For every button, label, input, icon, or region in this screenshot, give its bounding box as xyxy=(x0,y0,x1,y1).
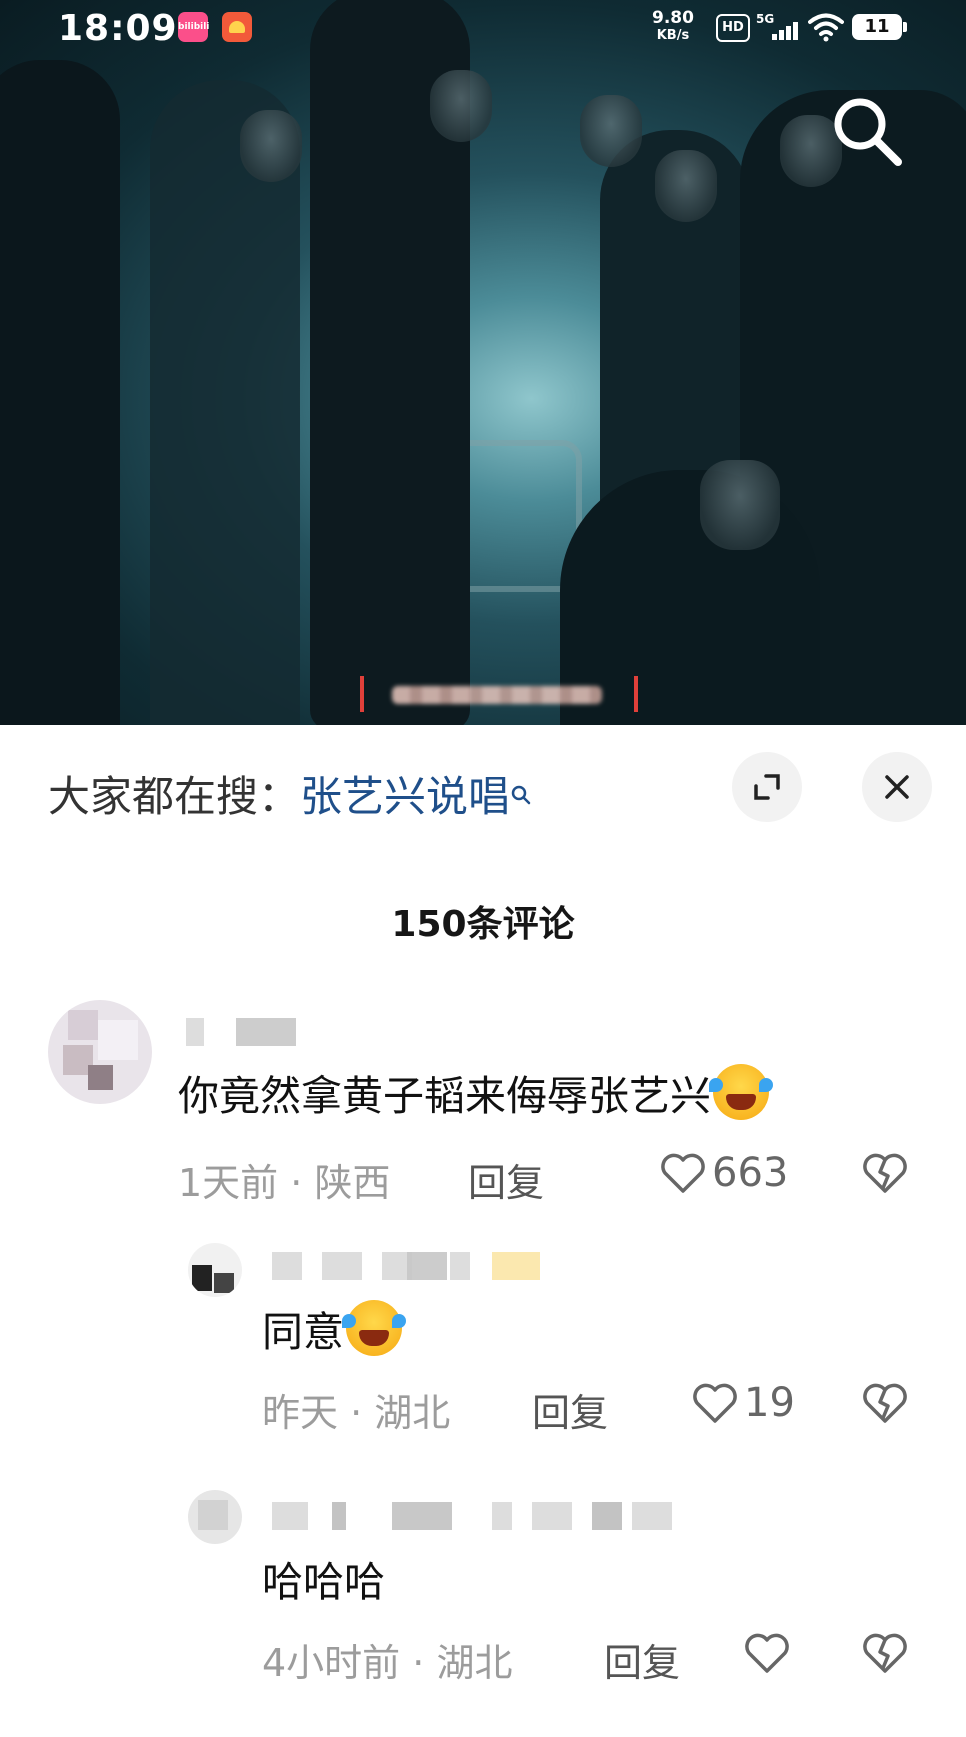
username[interactable] xyxy=(272,1502,702,1532)
video-mask xyxy=(580,95,642,167)
broken-heart-icon xyxy=(863,1633,907,1673)
comment-location: 湖北 xyxy=(436,1641,513,1685)
video-mask xyxy=(655,150,717,222)
username[interactable] xyxy=(186,1018,306,1048)
wifi-icon xyxy=(808,12,844,46)
heart-icon xyxy=(745,1633,789,1673)
reply-button[interactable]: 回复 xyxy=(604,1632,680,1687)
close-button[interactable] xyxy=(862,752,932,822)
avatar[interactable] xyxy=(188,1243,242,1297)
video-subtitle xyxy=(360,676,638,712)
like-count: 19 xyxy=(744,1380,795,1426)
video-mask xyxy=(240,110,302,182)
comment-time: 4小时前 xyxy=(262,1641,401,1685)
avatar[interactable] xyxy=(188,1490,242,1544)
expand-icon xyxy=(754,774,780,800)
comment-time: 昨天 xyxy=(262,1391,339,1435)
dislike-button[interactable] xyxy=(862,1382,908,1428)
video-mask xyxy=(430,70,492,142)
comments-count: 150条评论 xyxy=(391,904,575,945)
avatar[interactable] xyxy=(48,1000,152,1104)
network-speed: 9.80 KB/s xyxy=(652,8,694,44)
like-button[interactable]: 663 xyxy=(660,1150,788,1196)
search-icon[interactable] xyxy=(828,92,908,172)
hot-search-prefix: 大家都在搜： xyxy=(48,772,301,821)
battery-icon: 11 xyxy=(852,14,907,40)
broken-heart-icon xyxy=(863,1383,907,1423)
comment-location: 陕西 xyxy=(314,1161,391,1205)
close-icon xyxy=(885,775,909,799)
username[interactable] xyxy=(272,1252,542,1282)
reply-item: 同意 昨天 · 湖北 回复 19 xyxy=(0,1240,966,1470)
like-button[interactable]: 19 xyxy=(692,1380,795,1426)
like-button[interactable] xyxy=(744,1630,796,1676)
video-mask xyxy=(700,460,780,550)
comment-time: 1天前 xyxy=(178,1161,279,1205)
comment-text: 哈哈哈 xyxy=(262,1558,385,1606)
dislike-button[interactable] xyxy=(862,1632,908,1678)
comment-location: 湖北 xyxy=(374,1391,451,1435)
comment-text: 同意 xyxy=(262,1298,406,1358)
reply-item: 哈哈哈 4小时前 · 湖北 回复 xyxy=(0,1490,966,1720)
hd-icon: HD xyxy=(716,14,750,42)
app-notification-icon xyxy=(222,12,252,42)
comment-item: 你竟然拿黄子韬来侮辱张艺兴 1天前 · 陕西 回复 663 xyxy=(0,1000,966,1240)
like-count: 663 xyxy=(712,1150,789,1196)
laughing-crying-emoji xyxy=(709,1064,773,1120)
comments-sheet: 大家都在搜：张艺兴说唱 150条评论 你竟然拿黄子韬来侮辱张艺兴 1天前 · 陕… xyxy=(0,725,966,1737)
dislike-button[interactable] xyxy=(862,1152,908,1198)
reply-button[interactable]: 回复 xyxy=(468,1152,544,1207)
comment-text: 你竟然拿黄子韬来侮辱张艺兴 xyxy=(178,1062,773,1122)
signal-icon: 5G xyxy=(756,12,798,42)
hot-search-keyword[interactable]: 张艺兴说唱 xyxy=(300,772,510,821)
heart-icon xyxy=(661,1153,705,1193)
expand-button[interactable] xyxy=(732,752,802,822)
laughing-crying-emoji xyxy=(342,1300,406,1356)
comment-meta: 昨天 · 湖北 xyxy=(262,1391,451,1435)
bilibili-app-icon: bilibili xyxy=(178,12,209,42)
search-icon xyxy=(510,767,532,816)
comment-meta: 4小时前 · 湖北 xyxy=(262,1641,513,1685)
comment-meta: 1天前 · 陕西 xyxy=(178,1161,391,1205)
heart-icon xyxy=(693,1383,737,1423)
video-player[interactable] xyxy=(0,0,966,725)
status-time: 18:09 xyxy=(58,8,178,49)
video-figure xyxy=(0,60,120,725)
hot-search-bar[interactable]: 大家都在搜：张艺兴说唱 xyxy=(48,763,532,824)
reply-button[interactable]: 回复 xyxy=(532,1382,608,1437)
status-bar: 18:09 bilibili 9.80 KB/s HD 5G 11 xyxy=(0,0,966,60)
broken-heart-icon xyxy=(863,1153,907,1193)
